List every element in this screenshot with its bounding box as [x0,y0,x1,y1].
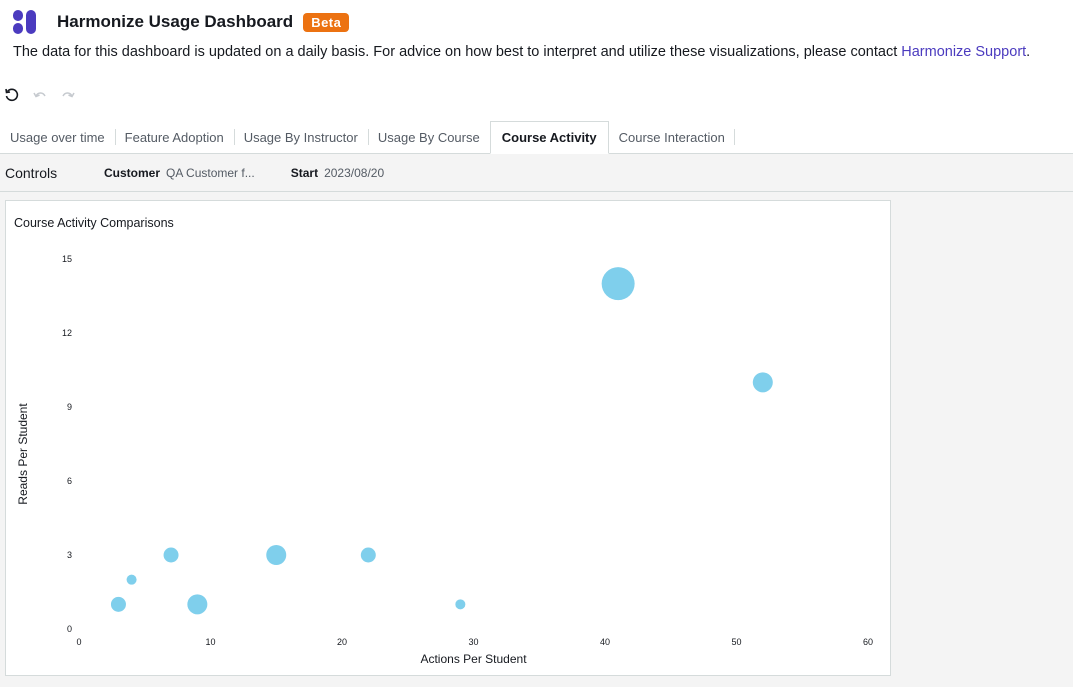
x-tick-label: 10 [205,637,215,647]
y-tick-label: 15 [62,254,72,264]
x-tick-label: 50 [731,637,741,647]
dashboard-tabs: Usage over time Feature Adoption Usage B… [0,121,1073,154]
support-link[interactable]: Harmonize Support [901,44,1026,60]
tab-course-interaction[interactable]: Course Interaction [609,121,736,153]
customer-filter-label: Customer [104,165,161,180]
scatter-point [360,547,376,563]
scatter-point [455,599,466,610]
tab-course-activity[interactable]: Course Activity [489,121,609,154]
y-tick-label: 12 [62,328,72,338]
scatter-chart: 0 10 20 30 40 50 60 0 3 6 9 12 15 Actions Per Student… [16,254,873,666]
controls-toggle[interactable]: Controls [5,165,104,181]
x-tick-label: 40 [600,637,610,647]
scatter-point [752,372,773,393]
start-date-value: 2023/08/20 [324,165,385,180]
redo-icon[interactable] [60,87,76,103]
beta-badge: Beta [303,12,350,32]
scatter-point [601,267,635,301]
x-tick-label: 60 [863,637,873,647]
scatter-point [110,596,126,612]
dashboard-description: The data for this dashboard is updated o… [13,44,1030,60]
tab-feature-adoption[interactable]: Feature Adoption [114,121,234,153]
start-date-label: Start [290,165,319,180]
scatter-point [266,545,287,565]
controls-bar: Controls Customer QA Customer f... Start… [0,154,1073,192]
y-tick-label: 9 [67,402,72,412]
scatter-point [163,547,179,563]
x-axis-label: Actions Per Student [420,652,527,666]
y-tick-label: 0 [67,624,72,634]
reset-icon[interactable] [4,87,20,103]
scatter-point [126,574,137,585]
y-axis-label: Reads Per Student [16,403,30,505]
undo-icon[interactable] [32,87,48,103]
customer-filter[interactable]: Customer QA Customer f... [104,166,255,180]
customer-filter-value: QA Customer f... [166,165,255,180]
description-end: . [1026,44,1031,60]
app-header: Harmonize Usage Dashboard Beta [12,8,350,36]
x-tick-label: 30 [468,637,478,647]
course-activity-chart-card: Course Activity Comparisons 0 10 20 30 40 50 6… [5,200,891,676]
y-tick-label: 3 [67,550,72,560]
harmonize-logo-icon [13,10,36,34]
y-tick-label: 6 [67,476,72,486]
tab-usage-by-instructor[interactable]: Usage By Instructor [233,121,368,153]
description-text: The data for this dashboard is updated o… [13,44,902,60]
start-date-filter[interactable]: Start 2023/08/20 [291,166,384,180]
tab-usage-by-course[interactable]: Usage By Course [367,121,490,153]
dashboard-workspace: Course Activity Comparisons 0 10 20 30 40 50 6… [0,192,1073,687]
scatter-point [187,594,208,615]
history-controls [4,87,76,103]
x-tick-label: 0 [76,637,81,647]
page-title: Harmonize Usage Dashboard [57,12,294,31]
x-tick-label: 20 [337,637,347,647]
tab-usage-over-time[interactable]: Usage over time [0,121,115,153]
